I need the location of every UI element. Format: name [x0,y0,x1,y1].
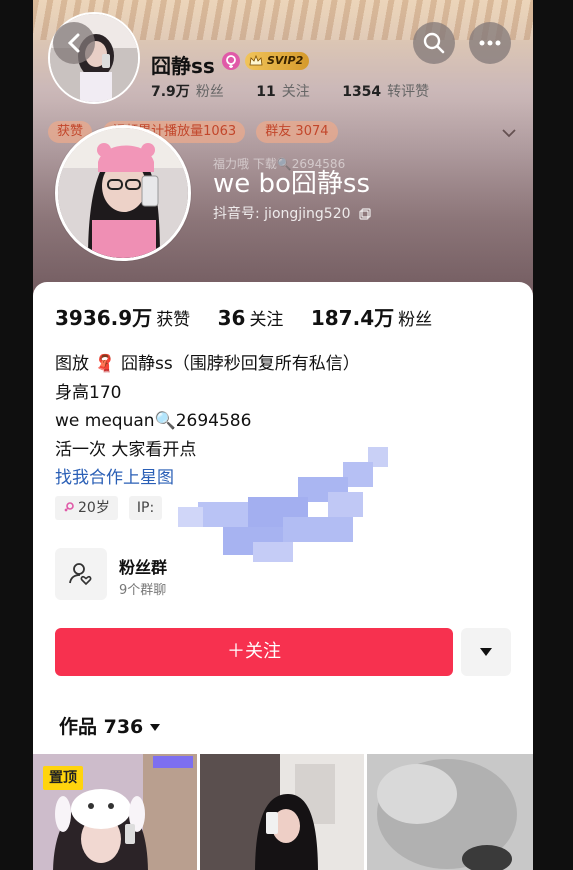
chevron-down-icon[interactable] [501,123,517,142]
video-thumbnail[interactable]: 置顶 [33,754,197,870]
crown-icon [249,54,263,66]
fan-group-subtitle: 9个群聊 [119,583,167,598]
svip-badge[interactable]: SVIP2 [245,52,310,70]
pinned-badge: 置顶 [43,766,83,790]
bio-line-1: 图放 🧣 囧静ss（围脖秒回复所有私信） [55,354,360,374]
display-name: we bo囧静ss [213,169,371,199]
profile-avatar[interactable] [55,125,191,261]
profile-stats: 3936.9万 获赞 36 关注 187.4万 粉丝 [55,302,454,331]
copy-icon[interactable] [359,208,371,220]
caret-down-icon [480,648,492,656]
bio-line-3: we mequan🔍2694586 [55,411,252,431]
age-text: 20岁 [78,500,110,516]
follow-button[interactable]: ＋关注 [55,628,453,676]
likes-value: 3936.9万 [55,306,153,330]
douyin-id[interactable]: 抖音号: jiongjing520 [213,203,371,223]
video-thumbnail[interactable] [200,754,364,870]
tag-groups[interactable]: 群友 3074 [256,121,338,143]
works-label: 作品 736 [59,716,144,738]
mosaic-blur [168,447,413,567]
meta-row: 20岁 IP: [55,496,168,520]
follow-dropdown-button[interactable] [461,628,511,676]
header-fans-label: 粉丝 [195,84,224,100]
search-icon [423,32,445,54]
age-chip: 20岁 [55,496,118,520]
fan-group-icon [55,548,107,600]
profile-screen: 囧静ss SVIP2 7.9万 粉丝 11 关注 1354 转评赞 获赞 视频累计播放… [33,0,533,870]
female-icon [222,52,240,70]
header-fans-count: 7.9万 [151,84,190,100]
works-grid: 置顶 [33,754,533,870]
ip-chip: IP: [128,496,163,520]
ip-text: IP: [136,500,155,516]
bio-line-2: 身高170 [55,382,122,403]
header-following-count: 11 [256,84,276,100]
fans-value[interactable]: 187.4万 [311,306,394,330]
header-stats: 7.9万 粉丝 11 关注 1354 转评赞 [151,81,457,101]
fan-group-title: 粉丝群 [119,558,168,577]
female-icon [64,502,74,512]
caret-down-icon [150,724,161,731]
likes-label: 获赞 [156,310,191,330]
profile-card: 3936.9万 获赞 36 关注 187.4万 粉丝 图放 🧣 囧静ss（围脖秒回复所… [33,282,533,870]
header-following-label: 关注 [281,84,310,100]
following-label[interactable]: 关注 [249,310,283,330]
header-repost-count: 1354 [342,84,382,100]
back-button[interactable] [53,22,95,64]
header-username: 囧静ss [151,54,215,78]
douyin-id-text: 抖音号: jiongjing520 [213,206,351,222]
search-button[interactable] [413,22,455,64]
more-button[interactable] [469,22,511,64]
chevron-left-icon [67,33,80,53]
more-dots-icon [479,40,501,46]
following-value[interactable]: 36 [218,306,246,330]
header-repost-label: 转评赞 [387,84,430,100]
works-tab[interactable]: 作品 736 [59,712,161,739]
video-thumbnail[interactable] [367,754,533,870]
fans-label[interactable]: 粉丝 [398,310,432,330]
svip-label: SVIP2 [267,54,304,67]
